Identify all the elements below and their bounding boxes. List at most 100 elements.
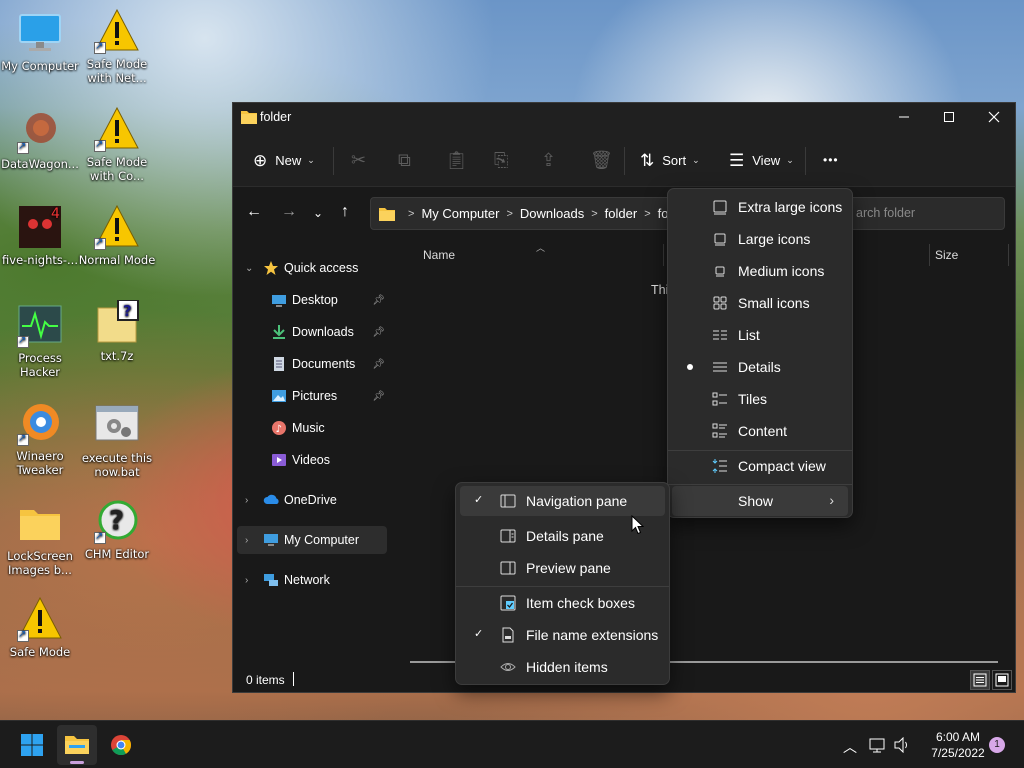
column-divider[interactable] xyxy=(663,244,664,266)
taskbar-file-explorer[interactable] xyxy=(57,725,97,765)
menu-item-large-icons[interactable]: Large icons xyxy=(672,224,848,254)
menu-item-preview-pane[interactable]: Preview pane xyxy=(460,553,665,583)
delete-icon[interactable]: 🗑︎ xyxy=(590,148,613,172)
desktop-icon-label: Normal Mode xyxy=(78,253,156,267)
desktop-icon-label: five-nights-... xyxy=(2,253,78,267)
menu-item-label: File name extensions xyxy=(526,627,659,643)
up-arrow-icon[interactable]: ↑ xyxy=(341,203,349,221)
taskbar: ︿ 6:00 AM 7/25/2022 1 xyxy=(0,720,1024,768)
sidebar-item-desktop[interactable]: Desktop 📌︎ xyxy=(237,286,387,314)
column-header-name[interactable]: Name xyxy=(423,248,455,262)
network-status-icon[interactable] xyxy=(869,737,887,756)
desktop-icon-chm-editor[interactable]: ? CHM Editor xyxy=(77,498,157,561)
back-arrow-icon[interactable]: ← xyxy=(246,203,262,221)
menu-item-tiles[interactable]: Tiles xyxy=(672,384,848,414)
taskbar-chrome[interactable] xyxy=(101,725,141,765)
chevron-right-icon: › xyxy=(245,534,249,546)
sidebar-item-label: OneDrive xyxy=(284,493,337,507)
search-box[interactable]: arch folder xyxy=(845,197,1005,230)
close-button[interactable] xyxy=(971,103,1017,133)
pin-icon[interactable]: 📌︎ xyxy=(372,295,385,306)
shortcut-arrow-icon xyxy=(94,138,106,152)
view-button[interactable]: ☰ View ⌄ xyxy=(729,148,794,172)
menu-item-label: Tiles xyxy=(738,391,768,407)
menu-item-list[interactable]: List xyxy=(672,320,848,350)
menu-item-details[interactable]: Details xyxy=(672,352,848,382)
sidebar-item-network[interactable]: › Network xyxy=(237,566,387,594)
pin-icon[interactable]: 📌︎ xyxy=(372,391,385,402)
start-button[interactable] xyxy=(12,725,52,765)
desktop-icon-process-hacker[interactable]: Process Hacker xyxy=(0,302,80,379)
breadcrumb-folder[interactable]: folder xyxy=(605,206,638,221)
column-divider[interactable] xyxy=(929,244,930,266)
sidebar-item-videos[interactable]: Videos xyxy=(237,446,387,474)
chrome-icon xyxy=(111,735,132,756)
desktop-icon-safe-mode-net[interactable]: Safe Mode with Net... xyxy=(77,8,157,85)
pin-icon[interactable]: 📌︎ xyxy=(372,359,385,370)
share-icon[interactable]: ⇪ xyxy=(541,148,556,172)
clock-date: 7/25/2022 xyxy=(931,746,985,760)
sidebar-item-documents[interactable]: Documents 📌︎ xyxy=(237,350,387,378)
breadcrumb-downloads[interactable]: Downloads xyxy=(520,206,584,221)
desktop-icon-safe-mode[interactable]: Safe Mode xyxy=(0,596,80,659)
sidebar-item-my-computer[interactable]: › My Computer xyxy=(237,526,387,554)
pictures-icon xyxy=(271,388,287,404)
copy-icon[interactable]: ⧉ xyxy=(398,148,411,172)
sidebar-item-quick-access[interactable]: ⌄ Quick access xyxy=(237,254,387,282)
minimize-button[interactable] xyxy=(881,103,927,133)
desktop-icon-normal-mode[interactable]: Normal Mode xyxy=(77,204,157,267)
menu-item-small-icons[interactable]: Small icons xyxy=(672,288,848,318)
desktop-icon-winaero[interactable]: Winaero Tweaker xyxy=(0,400,80,477)
sidebar-item-label: Videos xyxy=(292,453,330,467)
sidebar-item-label: Downloads xyxy=(292,325,354,339)
menu-item-file-name-extensions[interactable]: ✓ File name extensions xyxy=(460,620,665,650)
details-view-toggle[interactable] xyxy=(970,670,990,690)
chevron-down-icon: ⌄ xyxy=(245,262,254,274)
desktop-icon-lockscreen-images[interactable]: LockScreen Images b... xyxy=(0,500,80,577)
tiles-icon xyxy=(712,391,728,407)
recent-locations-chevron-icon[interactable]: ⌄ xyxy=(313,206,323,220)
menu-item-item-check-boxes[interactable]: Item check boxes xyxy=(460,588,665,618)
sidebar-item-downloads[interactable]: Downloads 📌︎ xyxy=(237,318,387,346)
menu-item-show[interactable]: Show › xyxy=(672,486,848,516)
pin-icon[interactable]: 📌︎ xyxy=(372,327,385,338)
menu-item-navigation-pane[interactable]: ✓ Navigation pane xyxy=(460,486,665,516)
sidebar-item-music[interactable]: ♪ Music xyxy=(237,414,387,442)
desktop-icon-my-computer[interactable]: My Computer xyxy=(0,10,80,73)
see-more-button[interactable]: ••• xyxy=(823,148,839,172)
desktop-icon-execute-bat[interactable]: execute this now.bat xyxy=(77,402,157,479)
breadcrumb-my-computer[interactable]: My Computer xyxy=(421,206,499,221)
show-hidden-icons-chevron-icon[interactable]: ︿ xyxy=(843,737,857,757)
music-icon: ♪ xyxy=(271,420,287,436)
large-icons-view-toggle[interactable] xyxy=(992,670,1012,690)
menu-item-label: Hidden items xyxy=(526,659,608,675)
new-button[interactable]: ⊕ New ⌄ xyxy=(253,148,315,172)
desktop-icon-datawagon[interactable]: DataWagon... xyxy=(0,108,80,171)
column-divider[interactable] xyxy=(1008,244,1009,266)
folder-icon xyxy=(241,110,257,127)
desktop-icon-safe-mode-co[interactable]: Safe Mode with Co... xyxy=(77,106,157,183)
archive-icon: ? xyxy=(94,299,140,346)
sidebar-item-pictures[interactable]: Pictures 📌︎ xyxy=(237,382,387,410)
menu-divider xyxy=(456,586,669,587)
paste-icon[interactable]: 📋︎ xyxy=(445,148,468,172)
menu-item-extra-large-icons[interactable]: Extra large icons xyxy=(672,192,848,222)
cut-icon[interactable]: ✂ xyxy=(351,148,366,172)
clock[interactable]: 6:00 AM 7/25/2022 xyxy=(918,729,998,761)
sidebar-item-onedrive[interactable]: › OneDrive xyxy=(237,486,387,514)
menu-item-medium-icons[interactable]: Medium icons xyxy=(672,256,848,286)
sort-button[interactable]: ⇅ Sort ⌄ xyxy=(640,148,700,172)
title-bar[interactable]: folder xyxy=(233,103,1015,133)
forward-arrow-icon[interactable]: → xyxy=(281,203,297,221)
medium-icons-icon xyxy=(712,263,728,279)
maximize-button[interactable] xyxy=(926,103,972,133)
rename-icon[interactable]: ⎘ xyxy=(494,148,508,172)
notification-badge[interactable]: 1 xyxy=(989,737,1005,753)
volume-icon[interactable] xyxy=(893,736,911,756)
menu-item-content[interactable]: Content xyxy=(672,416,848,446)
column-header-size[interactable]: Size xyxy=(935,248,958,262)
menu-item-hidden-items[interactable]: Hidden items xyxy=(460,652,665,682)
desktop-icon-txt-7z[interactable]: ? txt.7z xyxy=(77,299,157,363)
desktop-icon-five-nights[interactable]: 4 five-nights-... xyxy=(0,204,80,267)
menu-item-compact-view[interactable]: Compact view xyxy=(672,451,848,481)
